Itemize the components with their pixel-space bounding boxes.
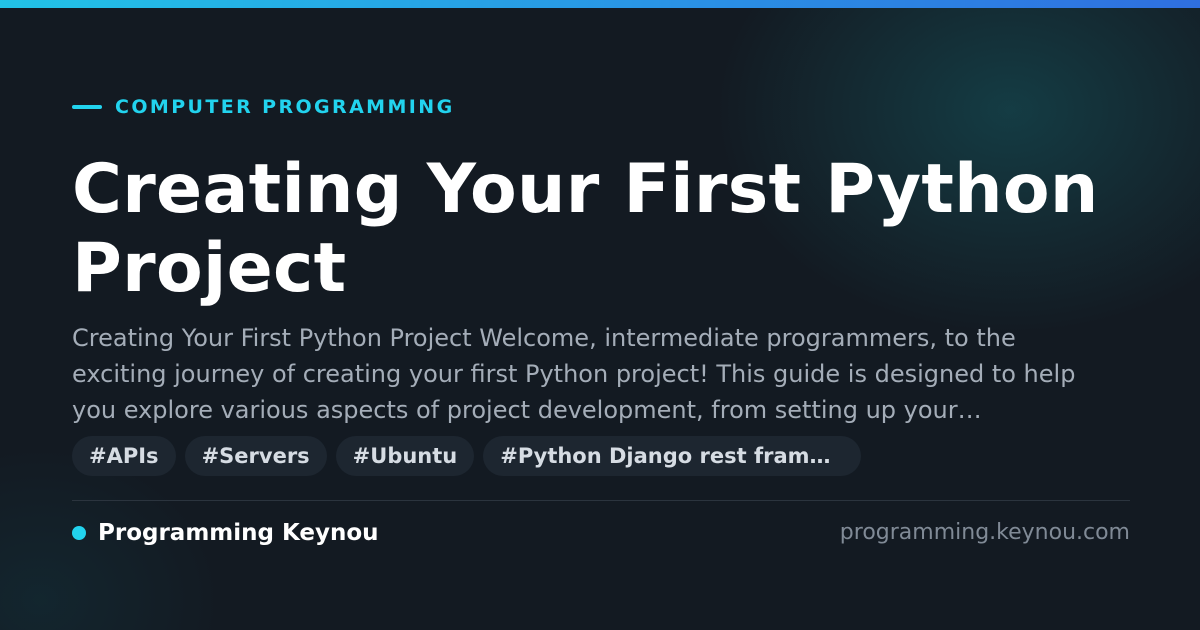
brand-dot-icon [72,526,86,540]
tag-list: #APIs #Servers #Ubuntu #Python Django re… [72,436,870,476]
footer-brand: Programming Keynou [72,520,379,546]
excerpt: Creating Your First Python Project Welco… [72,324,1076,424]
top-accent-bar [0,0,1200,8]
category-label: COMPUTER PROGRAMMING [115,96,455,118]
divider [72,500,1130,501]
tag-apis[interactable]: #APIs [72,436,176,476]
category-dash-icon [72,105,102,109]
tag-ubuntu[interactable]: #Ubuntu [335,436,475,476]
page-title: Creating Your First Python Project [72,150,1099,308]
category: COMPUTER PROGRAMMING [72,96,455,118]
site-url: programming.keynou.com [839,520,1130,545]
tag-python-django-rest-framework[interactable]: #Python Django rest framework [483,436,862,476]
brand-name: Programming Keynou [98,520,379,546]
tag-servers[interactable]: #Servers [184,436,327,476]
